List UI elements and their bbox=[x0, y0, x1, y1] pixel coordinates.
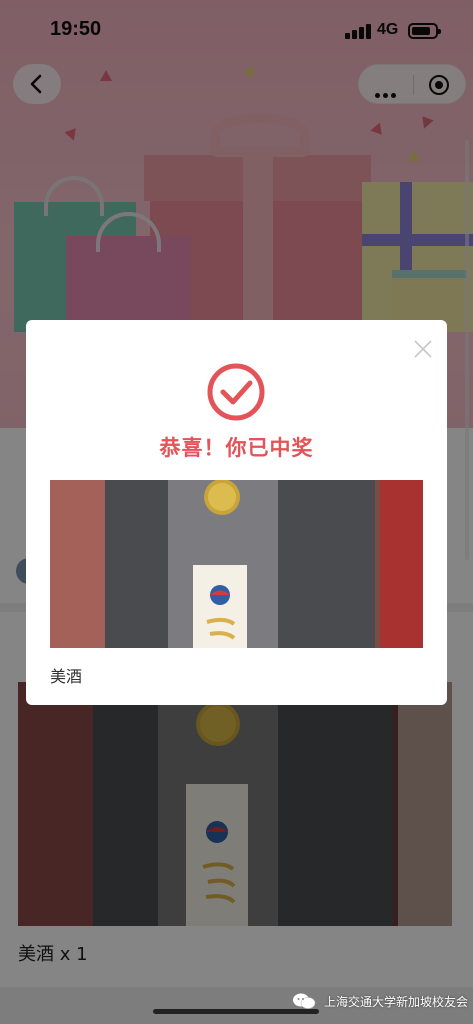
check-circle-icon bbox=[207, 363, 265, 421]
prize-dialog: 恭喜！你已中奖 美酒 bbox=[26, 320, 447, 705]
dialog-title: 恭喜！你已中奖 bbox=[159, 436, 314, 460]
scrollbar[interactable] bbox=[465, 140, 469, 560]
watermark: 上海交通大学新加坡校友会 bbox=[292, 992, 468, 1010]
wechat-icon bbox=[293, 993, 316, 1009]
close-icon[interactable] bbox=[414, 340, 432, 358]
prize-name: 美酒 bbox=[50, 667, 83, 686]
prize-image bbox=[50, 480, 423, 648]
home-indicator[interactable] bbox=[153, 1009, 319, 1014]
watermark-text: 上海交通大学新加坡校友会 bbox=[324, 994, 469, 1009]
